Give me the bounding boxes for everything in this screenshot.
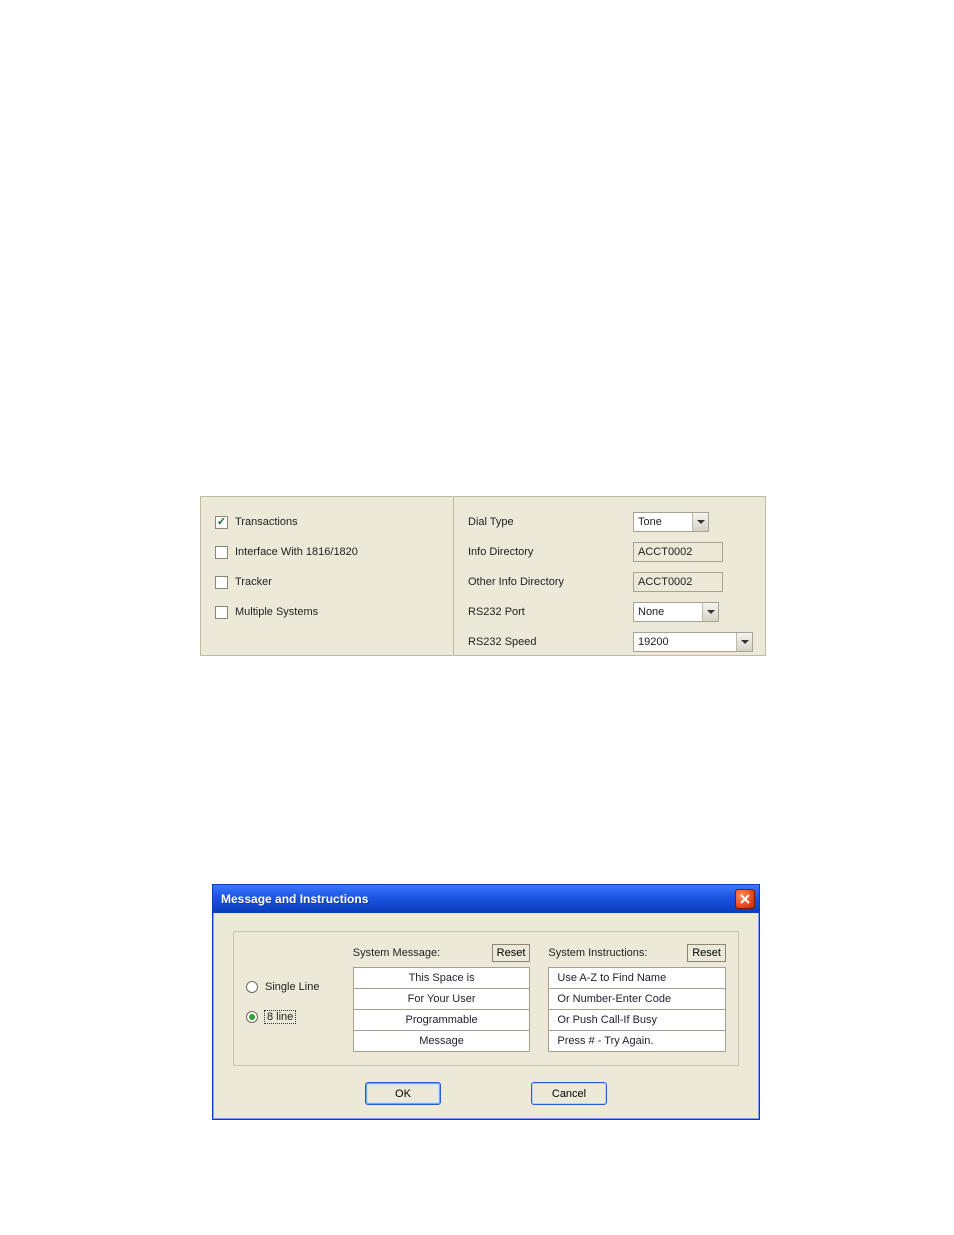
system-instructions-line-4[interactable]: [548, 1030, 726, 1052]
field-rs232-port: RS232 Port None: [468, 597, 753, 627]
chevron-down-icon: [692, 513, 708, 531]
system-message-line-2[interactable]: [353, 988, 531, 1010]
dialog-title: Message and Instructions: [221, 892, 368, 906]
radio-icon: [246, 1011, 258, 1023]
checkbox-icon: [215, 576, 228, 589]
system-message-header: System Message:: [353, 947, 440, 959]
cancel-button[interactable]: Cancel: [531, 1082, 607, 1105]
checkbox-interface-1816-1820[interactable]: Interface With 1816/1820: [215, 537, 439, 567]
dialog-titlebar: Message and Instructions: [213, 885, 759, 913]
field-label: RS232 Speed: [468, 636, 633, 648]
close-button[interactable]: [735, 889, 755, 909]
settings-checkbox-column: Transactions Interface With 1816/1820 Tr…: [201, 497, 454, 655]
field-label: Other Info Directory: [468, 576, 633, 588]
settings-panel: Transactions Interface With 1816/1820 Tr…: [200, 496, 766, 656]
system-message-reset-button[interactable]: Reset: [492, 944, 531, 962]
system-instructions-header-row: System Instructions: Reset: [548, 944, 726, 962]
radio-label: 8 line: [265, 1011, 295, 1023]
radio-label: Single Line: [265, 981, 319, 993]
system-instructions-column: System Instructions: Reset: [548, 944, 726, 1051]
chevron-down-icon: [702, 603, 718, 621]
system-instructions-line-3[interactable]: [548, 1009, 726, 1031]
system-message-line-1[interactable]: [353, 967, 531, 989]
system-message-line-4[interactable]: [353, 1030, 531, 1052]
radio-8-line[interactable]: 8 line: [246, 1002, 335, 1032]
system-instructions-reset-button[interactable]: Reset: [687, 944, 726, 962]
system-instructions-header: System Instructions:: [548, 947, 647, 959]
other-info-directory-input[interactable]: [633, 572, 723, 592]
checkbox-label: Multiple Systems: [235, 606, 318, 618]
field-label: Dial Type: [468, 516, 633, 528]
dial-type-select[interactable]: Tone: [633, 512, 709, 532]
groupbox: Single Line 8 line System Message: Reset: [233, 931, 739, 1066]
field-info-directory: Info Directory: [468, 537, 753, 567]
radio-single-line[interactable]: Single Line: [246, 972, 335, 1002]
field-rs232-speed: RS232 Speed 19200: [468, 627, 753, 657]
checkbox-multiple-systems[interactable]: Multiple Systems: [215, 597, 439, 627]
chevron-down-icon: [736, 633, 752, 651]
settings-field-column: Dial Type Tone Info Directory Other Info…: [454, 497, 765, 655]
checkbox-icon: [215, 606, 228, 619]
close-icon: [740, 894, 750, 904]
rs232-speed-select[interactable]: 19200: [633, 632, 753, 652]
select-value: Tone: [638, 516, 662, 528]
rs232-port-select[interactable]: None: [633, 602, 719, 622]
ok-button[interactable]: OK: [365, 1082, 441, 1105]
dialog-body: Single Line 8 line System Message: Reset: [213, 913, 759, 1119]
field-other-info-directory: Other Info Directory: [468, 567, 753, 597]
system-message-line-3[interactable]: [353, 1009, 531, 1031]
system-instructions-line-1[interactable]: [548, 967, 726, 989]
field-dial-type: Dial Type Tone: [468, 507, 753, 537]
checkbox-icon: [215, 546, 228, 559]
system-instructions-line-2[interactable]: [548, 988, 726, 1010]
select-value: 19200: [638, 636, 669, 648]
select-value: None: [638, 606, 664, 618]
system-message-header-row: System Message: Reset: [353, 944, 531, 962]
field-label: Info Directory: [468, 546, 633, 558]
info-directory-input[interactable]: [633, 542, 723, 562]
checkbox-tracker[interactable]: Tracker: [215, 567, 439, 597]
checkbox-label: Transactions: [235, 516, 298, 528]
checkbox-label: Tracker: [235, 576, 272, 588]
dialog-button-row: OK Cancel: [233, 1082, 739, 1105]
field-label: RS232 Port: [468, 606, 633, 618]
radio-icon: [246, 981, 258, 993]
checkbox-icon: [215, 516, 228, 529]
message-instructions-dialog: Message and Instructions Single Line 8 l…: [212, 884, 760, 1120]
radio-column: Single Line 8 line: [246, 944, 335, 1051]
checkbox-label: Interface With 1816/1820: [235, 546, 358, 558]
system-message-column: System Message: Reset: [353, 944, 531, 1051]
checkbox-transactions[interactable]: Transactions: [215, 507, 439, 537]
